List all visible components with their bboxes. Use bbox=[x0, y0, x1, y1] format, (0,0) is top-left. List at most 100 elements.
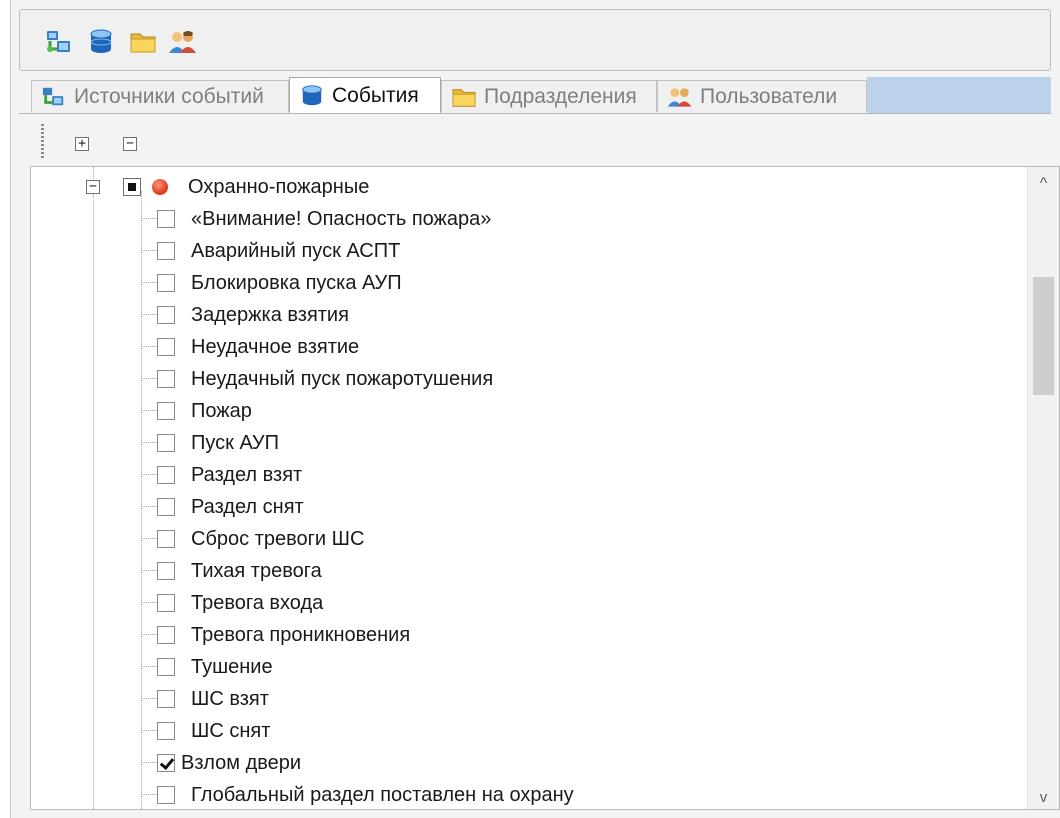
item-checkbox[interactable] bbox=[157, 658, 175, 676]
tree-node-label: Охранно-пожарные bbox=[188, 176, 370, 198]
tree-connector bbox=[141, 794, 157, 795]
tree-item[interactable]: Пожар bbox=[31, 395, 1026, 427]
tab-events[interactable]: События bbox=[289, 77, 441, 113]
item-checkbox[interactable] bbox=[157, 306, 175, 324]
tree-item-label: Тревога входа bbox=[191, 592, 324, 614]
item-checkbox[interactable] bbox=[157, 562, 175, 580]
tree-item-label: Взлом двери bbox=[181, 752, 302, 774]
tree-item-label: Задержка взятия bbox=[191, 304, 349, 326]
tree-item-label: Тихая тревога bbox=[191, 560, 322, 582]
tree-item[interactable]: Аварийный пуск АСПТ bbox=[31, 235, 1026, 267]
users-toolbar-button[interactable] bbox=[166, 25, 200, 59]
item-checkbox[interactable] bbox=[157, 242, 175, 260]
tree-item[interactable]: Раздел взят bbox=[31, 459, 1026, 491]
tree-item-label: ШС взят bbox=[191, 688, 269, 710]
tree-item[interactable]: Сброс тревоги ШС bbox=[31, 523, 1026, 555]
toolbar-grip[interactable] bbox=[41, 124, 44, 160]
expand-all-button[interactable]: + bbox=[75, 137, 89, 151]
tree-item[interactable]: Задержка взятия bbox=[31, 299, 1026, 331]
server-network-icon bbox=[42, 87, 64, 105]
tree-item[interactable]: ШС снят bbox=[31, 715, 1026, 747]
tree-item-label: Раздел взят bbox=[191, 464, 303, 486]
tree-connector bbox=[141, 378, 157, 379]
tree-item[interactable]: Взлом двери bbox=[31, 747, 1026, 779]
item-checkbox[interactable] bbox=[157, 754, 175, 772]
database-icon bbox=[302, 84, 322, 105]
tab-users[interactable]: Пользователи bbox=[657, 80, 867, 112]
tab-strip: Источники событий События Подразделения … bbox=[19, 77, 1051, 114]
users-icon bbox=[169, 31, 196, 53]
tree-item-label: Аварийный пуск АСПТ bbox=[191, 240, 401, 262]
tab-events-label: События bbox=[332, 83, 419, 107]
tree-item[interactable]: «Внимание! Опасность пожара» bbox=[31, 203, 1026, 235]
tree-item[interactable]: ШС взят bbox=[31, 683, 1026, 715]
scroll-up-button[interactable]: ^ bbox=[1028, 172, 1059, 196]
collapse-node-button[interactable]: − bbox=[86, 180, 100, 194]
tree-connector bbox=[141, 570, 157, 571]
departments-toolbar-button[interactable] bbox=[126, 25, 160, 59]
tree-connector bbox=[141, 218, 157, 219]
vertical-scrollbar[interactable]: ^ v bbox=[1027, 167, 1059, 809]
tree-connector bbox=[141, 442, 157, 443]
tree-connector bbox=[141, 282, 157, 283]
item-checkbox[interactable] bbox=[157, 338, 175, 356]
item-checkbox[interactable] bbox=[157, 402, 175, 420]
tree-connector bbox=[141, 506, 157, 507]
tree-item[interactable]: Раздел снят bbox=[31, 491, 1026, 523]
tree-item[interactable]: Тихая тревога bbox=[31, 555, 1026, 587]
tab-departments-label: Подразделения bbox=[484, 84, 637, 108]
item-checkbox[interactable] bbox=[157, 530, 175, 548]
tab-strip-background bbox=[867, 77, 1051, 114]
tab-departments[interactable]: Подразделения bbox=[441, 80, 657, 112]
folder-icon bbox=[130, 33, 156, 53]
tree-item[interactable]: Тревога входа bbox=[31, 587, 1026, 619]
tree-item-label: ШС снят bbox=[191, 720, 271, 742]
item-checkbox[interactable] bbox=[157, 498, 175, 516]
item-checkbox[interactable] bbox=[157, 466, 175, 484]
tree-connector bbox=[141, 474, 157, 475]
event-tree: − Охранно-пожарные «Внимание! Опасность … bbox=[30, 166, 1060, 810]
collapse-all-button[interactable]: − bbox=[123, 137, 137, 151]
users-icon bbox=[667, 87, 692, 107]
chevron-down-icon: v bbox=[1039, 788, 1048, 806]
item-checkbox[interactable] bbox=[157, 370, 175, 388]
tree-connector bbox=[141, 698, 157, 699]
tree-connector bbox=[141, 314, 157, 315]
tree-item[interactable]: Неудачное взятие bbox=[31, 331, 1026, 363]
item-checkbox[interactable] bbox=[157, 274, 175, 292]
item-checkbox[interactable] bbox=[157, 210, 175, 228]
tree-item-label: Сброс тревоги ШС bbox=[191, 528, 365, 550]
tree-item-label: Пожар bbox=[191, 400, 252, 422]
tree-item[interactable]: Тушение bbox=[31, 651, 1026, 683]
root-partial-checkbox[interactable] bbox=[123, 178, 141, 196]
tree-connector bbox=[141, 410, 157, 411]
item-checkbox[interactable] bbox=[157, 690, 175, 708]
database-icon bbox=[90, 29, 112, 53]
tree-item[interactable]: Блокировка пуска АУП bbox=[31, 267, 1026, 299]
tree-item[interactable]: Неудачный пуск пожаротушения bbox=[31, 363, 1026, 395]
scrollbar-thumb[interactable] bbox=[1033, 277, 1054, 395]
scroll-down-button[interactable]: v bbox=[1028, 785, 1059, 809]
main-toolbar bbox=[19, 9, 1051, 71]
tree-item[interactable]: Глобальный раздел поставлен на охрану bbox=[31, 779, 1026, 809]
events-toolbar-button[interactable] bbox=[84, 25, 118, 59]
tree-item-label: Пуск АУП bbox=[191, 432, 279, 454]
tab-users-label: Пользователи bbox=[700, 84, 838, 108]
tree-node-root[interactable]: − Охранно-пожарные bbox=[31, 171, 1026, 203]
item-checkbox[interactable] bbox=[157, 786, 175, 804]
tree-item[interactable]: Тревога проникновения bbox=[31, 619, 1026, 651]
item-checkbox[interactable] bbox=[157, 594, 175, 612]
item-checkbox[interactable] bbox=[157, 626, 175, 644]
item-checkbox[interactable] bbox=[157, 434, 175, 452]
event-sources-toolbar-button[interactable] bbox=[42, 25, 76, 59]
tab-event-sources[interactable]: Источники событий bbox=[31, 80, 289, 112]
tree-item-label: Тревога проникновения bbox=[191, 624, 411, 646]
tree-item[interactable]: Пуск АУП bbox=[31, 427, 1026, 459]
tab-event-sources-label: Источники событий bbox=[74, 84, 264, 108]
tree-connector bbox=[141, 634, 157, 635]
tree-connector bbox=[141, 346, 157, 347]
tree-tool-bar: + − bbox=[19, 114, 1051, 166]
item-checkbox[interactable] bbox=[157, 722, 175, 740]
tree-connector bbox=[141, 730, 157, 731]
tree-item-label: «Внимание! Опасность пожара» bbox=[191, 208, 492, 230]
